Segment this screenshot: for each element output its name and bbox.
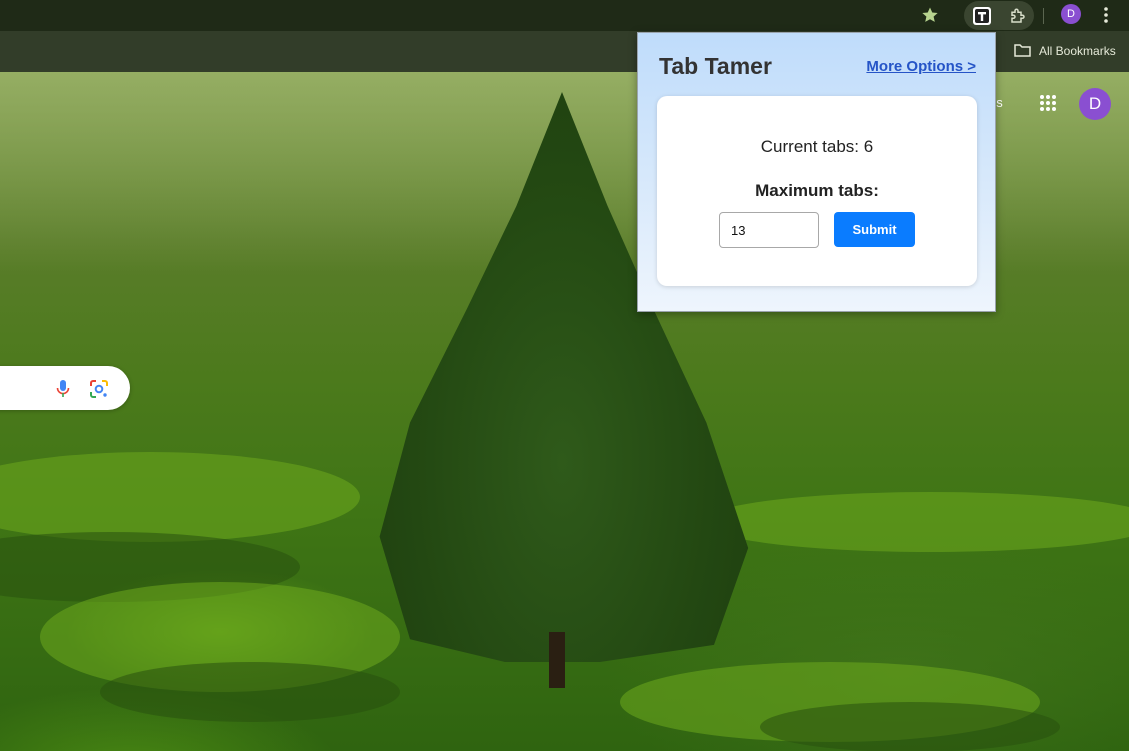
popup-card: Current tabs: 6 Maximum tabs: Submit <box>657 96 977 286</box>
folder-icon <box>1014 43 1031 60</box>
google-lens-icon[interactable] <box>88 378 110 400</box>
max-tabs-input[interactable] <box>719 212 819 248</box>
account-initial: D <box>1088 94 1102 113</box>
profile-initial: D <box>1067 8 1075 20</box>
popup-title: Tab Tamer <box>659 53 772 79</box>
puzzle-icon[interactable] <box>1005 4 1031 27</box>
kebab-menu-icon[interactable] <box>1096 4 1116 26</box>
terrace <box>100 662 400 722</box>
max-tabs-label: Maximum tabs: <box>755 181 879 200</box>
terrace <box>760 702 1060 751</box>
bookmark-star-icon[interactable] <box>918 4 942 26</box>
toolbar-separator <box>1043 8 1044 24</box>
terrace <box>0 452 360 542</box>
terrace <box>700 492 1129 552</box>
submit-button[interactable]: Submit <box>834 212 915 247</box>
apps-grid-icon[interactable] <box>1037 92 1059 114</box>
profile-avatar-small[interactable]: D <box>1061 4 1081 24</box>
more-options-link[interactable]: More Options > <box>866 58 976 75</box>
browser-toolbar <box>0 0 1129 31</box>
tab-tamer-popup: Tab Tamer More Options > Current tabs: 6… <box>637 32 996 312</box>
all-bookmarks-label: All Bookmarks <box>1039 44 1116 58</box>
microphone-icon[interactable] <box>53 378 73 400</box>
all-bookmarks-button[interactable]: All Bookmarks <box>1014 41 1116 61</box>
current-tabs-text: Current tabs: 6 <box>760 137 874 156</box>
tree-trunk <box>549 632 565 688</box>
account-avatar[interactable]: D <box>1079 88 1111 120</box>
tab-tamer-extension-icon[interactable] <box>968 3 996 28</box>
